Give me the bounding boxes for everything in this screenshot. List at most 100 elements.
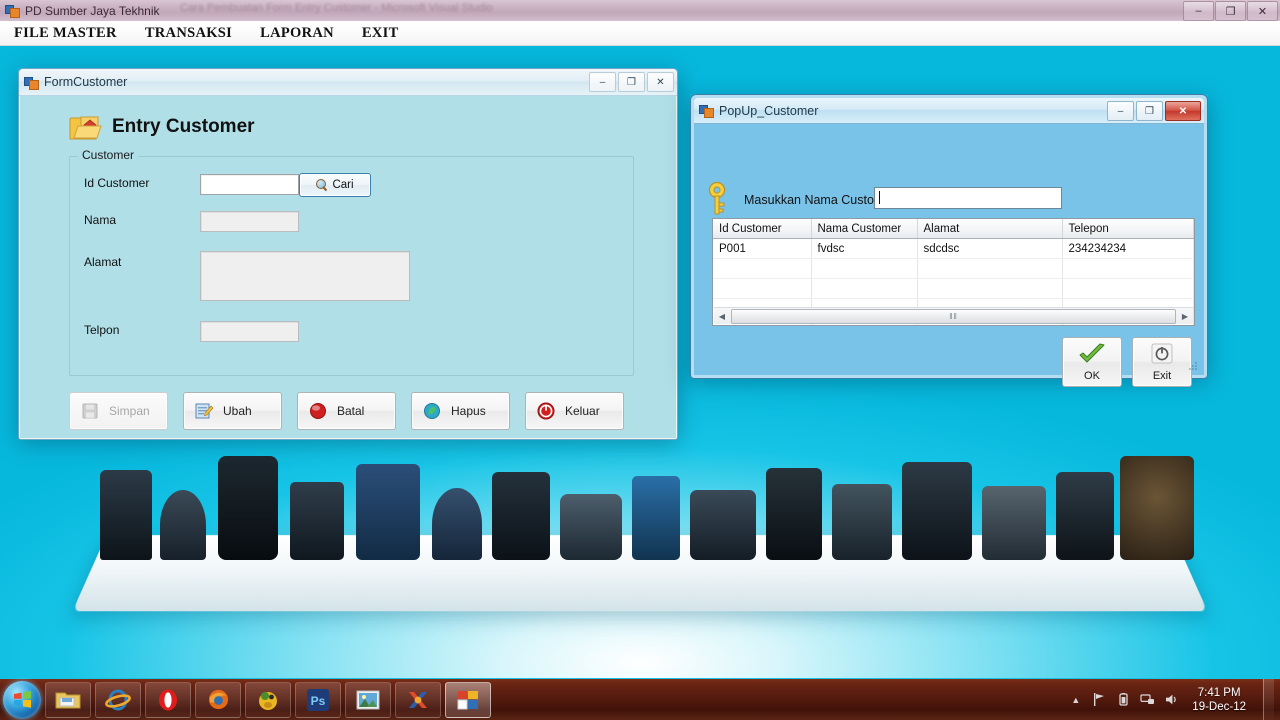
scrollbar-thumb[interactable]: ‖‖ xyxy=(731,308,1176,324)
taskbar-item-xampp[interactable] xyxy=(395,681,441,718)
id-customer-input[interactable] xyxy=(200,174,299,195)
grid-horizontal-scrollbar[interactable]: ◀ ‖‖ ▶ xyxy=(714,307,1193,324)
batal-button[interactable]: Batal xyxy=(297,392,396,430)
taskbar-item-visual-studio[interactable] xyxy=(445,681,491,718)
form-customer-body: Entry Customer Customer Id Customer Cari… xyxy=(23,96,673,433)
hapus-label: Hapus xyxy=(451,404,486,418)
cancel-icon xyxy=(308,401,328,421)
main-window-title: PD Sumber Jaya Tekhnik xyxy=(25,3,160,18)
customer-data-grid[interactable]: Id Customer Nama Customer Alamat Telepon… xyxy=(712,218,1195,326)
main-title-bar[interactable]: PD Sumber Jaya Tekhnik Cara Pembuatan Fo… xyxy=(0,0,1280,22)
volume-icon[interactable] xyxy=(1164,692,1179,707)
cari-button[interactable]: Cari xyxy=(299,173,371,197)
taskbar-item-windows-explorer[interactable] xyxy=(45,681,91,718)
restore-icon[interactable]: ❐ xyxy=(1215,1,1246,21)
minimize-icon[interactable]: – xyxy=(589,72,616,92)
power-icon xyxy=(536,401,556,421)
cell-empty xyxy=(1062,258,1194,279)
text-caret xyxy=(879,191,880,204)
cari-button-label: Cari xyxy=(332,179,354,191)
clock-time: 7:41 PM xyxy=(1197,686,1241,699)
popup-action-buttons: OK Exit xyxy=(1062,337,1192,387)
cell-nama-customer: fvdsc xyxy=(811,238,918,259)
keluar-button[interactable]: Keluar xyxy=(525,392,624,430)
edit-icon xyxy=(194,401,214,421)
page-title: Entry Customer xyxy=(112,116,255,137)
form-customer-title-bar[interactable]: FormCustomer – ❐ ✕ xyxy=(19,69,677,96)
menu-item-file-master[interactable]: FILE MASTER xyxy=(0,23,131,44)
menu-item-transaksi[interactable]: TRANSAKSI xyxy=(131,23,246,44)
taskbar-item-internet-explorer[interactable] xyxy=(95,681,141,718)
grid-header-row: Id Customer Nama Customer Alamat Telepon xyxy=(713,219,1194,239)
taskbar-item-photo-viewer[interactable] xyxy=(345,681,391,718)
popup-customer-window[interactable]: PopUp_Customer – ❐ ✕ Masukkan Nama Custo… xyxy=(690,94,1208,387)
nama-input[interactable] xyxy=(200,211,299,232)
menu-item-laporan[interactable]: LAPORAN xyxy=(246,23,348,44)
ok-button[interactable]: OK xyxy=(1062,337,1122,387)
close-icon[interactable]: ✕ xyxy=(647,72,674,92)
label-telpon: Telpon xyxy=(84,323,120,337)
column-header-telepon[interactable]: Telepon xyxy=(1062,219,1194,239)
restore-icon[interactable]: ❐ xyxy=(1136,101,1163,121)
start-button[interactable] xyxy=(3,680,41,719)
network-flag-icon[interactable] xyxy=(1092,692,1107,707)
exit-button[interactable]: Exit xyxy=(1132,337,1192,387)
main-menu-bar: FILE MASTER TRANSAKSI LAPORAN EXIT xyxy=(0,21,1280,46)
label-alamat: Alamat xyxy=(84,255,122,269)
network-icon[interactable] xyxy=(1140,692,1155,707)
taskbar-item-firefox[interactable] xyxy=(195,681,241,718)
cell-empty xyxy=(811,278,918,299)
exit-label: Exit xyxy=(1152,370,1172,382)
form-customer-window[interactable]: FormCustomer – ❐ ✕ Entry Customer Custom… xyxy=(18,68,678,440)
minimize-icon[interactable]: – xyxy=(1183,1,1214,21)
ubah-button[interactable]: Ubah xyxy=(183,392,282,430)
simpan-button[interactable]: Simpan xyxy=(69,392,168,430)
menu-item-exit[interactable]: EXIT xyxy=(348,23,413,44)
minimize-icon[interactable]: – xyxy=(1107,101,1134,121)
entry-customer-header: Entry Customer xyxy=(68,112,255,142)
telpon-input[interactable] xyxy=(200,321,299,342)
taskbar-item-photoshop[interactable]: Ps xyxy=(295,681,341,718)
clock[interactable]: 7:41 PM 19-Dec-12 xyxy=(1188,686,1254,714)
scroll-left-icon[interactable]: ◀ xyxy=(714,309,730,324)
show-hidden-icons-button[interactable]: ▲ xyxy=(1068,692,1083,707)
form-customer-title: FormCustomer xyxy=(44,75,128,89)
column-header-alamat[interactable]: Alamat xyxy=(917,219,1063,239)
popup-customer-icon xyxy=(699,104,714,118)
simpan-label: Simpan xyxy=(109,404,150,418)
magnifier-icon xyxy=(316,179,328,192)
column-header-nama-customer[interactable]: Nama Customer xyxy=(811,219,918,239)
table-row[interactable]: P001 fvdsc sdcdsc 234234234 xyxy=(713,238,1194,259)
alamat-input[interactable] xyxy=(200,251,410,301)
batal-label: Batal xyxy=(337,404,365,418)
taskbar-item-opera[interactable] xyxy=(145,681,191,718)
label-id-customer: Id Customer xyxy=(84,176,150,190)
folder-open-icon xyxy=(68,112,102,142)
taskbar-item-media-player[interactable] xyxy=(245,681,291,718)
show-desktop-button[interactable] xyxy=(1263,679,1274,720)
taskbar: Ps ▲ 7:41 PM 19-Dec-12 xyxy=(0,678,1280,720)
hapus-button[interactable]: Hapus xyxy=(411,392,510,430)
check-icon xyxy=(1077,342,1107,369)
column-header-id-customer[interactable]: Id Customer xyxy=(713,219,812,239)
table-row[interactable] xyxy=(713,278,1194,299)
key-icon xyxy=(706,181,732,217)
close-icon[interactable]: ✕ xyxy=(1247,1,1278,21)
cell-id-customer: P001 xyxy=(713,238,812,259)
popup-customer-title-bar[interactable]: PopUp_Customer – ❐ ✕ xyxy=(694,98,1204,124)
table-row[interactable] xyxy=(713,258,1194,279)
close-icon[interactable]: ✕ xyxy=(1165,101,1201,121)
form-customer-window-controls: – ❐ ✕ xyxy=(587,72,674,92)
battery-icon[interactable] xyxy=(1116,692,1131,707)
customer-group-box: Customer Id Customer Cari Nama Alamat Te… xyxy=(69,148,634,376)
cell-empty xyxy=(917,278,1063,299)
nama-customer-search-input[interactable] xyxy=(874,187,1062,209)
resize-grip-icon[interactable] xyxy=(1188,358,1198,370)
cell-empty xyxy=(1062,278,1194,299)
scroll-right-icon[interactable]: ▶ xyxy=(1177,309,1193,324)
cell-empty xyxy=(713,258,812,279)
system-tray: ▲ 7:41 PM 19-Dec-12 xyxy=(1068,679,1280,720)
group-box-title: Customer xyxy=(78,148,139,162)
form-customer-icon xyxy=(24,76,39,90)
restore-icon[interactable]: ❐ xyxy=(618,72,645,92)
